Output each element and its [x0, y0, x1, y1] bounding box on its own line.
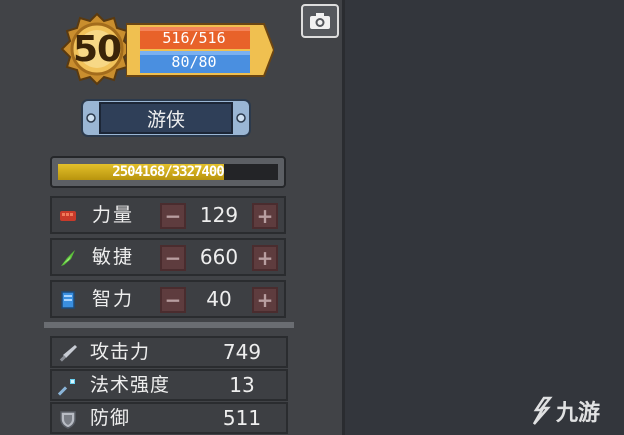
stat-value: 749	[222, 340, 262, 364]
attribute-value: 40	[206, 287, 232, 311]
stat-value: 511	[222, 406, 262, 430]
watermark-logo-icon	[532, 396, 553, 425]
stat-label: 防御	[90, 407, 131, 429]
camera-button[interactable]	[301, 4, 339, 38]
decrease-strength-button[interactable]: −	[160, 203, 186, 229]
background-area	[342, 0, 624, 435]
increase-intelligence-button[interactable]: +	[252, 287, 278, 313]
camera-icon	[310, 13, 330, 29]
attribute-value: 129	[199, 203, 239, 227]
watermark-text: 九游	[556, 401, 601, 426]
stat-row-spell-power: 法术强度 13	[50, 369, 288, 401]
stat-label: 攻击力	[90, 341, 151, 363]
stat-label: 法术强度	[90, 374, 171, 396]
watermark: 九游	[530, 394, 620, 428]
attribute-value: 660	[199, 245, 239, 269]
hp-value: 516/516	[162, 29, 226, 47]
sword-icon	[59, 345, 77, 362]
mp-value: 80/80	[171, 53, 217, 71]
attribute-label: 力量	[92, 204, 135, 226]
decrease-agility-button[interactable]: −	[160, 245, 186, 271]
stat-value: 13	[229, 373, 255, 397]
attribute-row-intelligence: 智力 − 40 +	[50, 280, 286, 318]
attribute-label: 敏捷	[92, 246, 135, 268]
decrease-intelligence-button[interactable]: −	[160, 287, 186, 313]
stat-row-defense: 防御 511	[50, 402, 288, 434]
section-divider	[44, 322, 294, 328]
attribute-row-agility: 敏捷 − 660 +	[50, 238, 286, 276]
attribute-label: 智力	[92, 288, 135, 310]
fist-icon	[60, 211, 76, 221]
class-name: 游侠	[146, 108, 185, 131]
increase-agility-button[interactable]: +	[252, 245, 278, 271]
book-icon	[61, 291, 75, 309]
level-number: 50	[72, 28, 122, 70]
xp-bar: 2504168/3327400	[50, 156, 286, 188]
increase-strength-button[interactable]: +	[252, 203, 278, 229]
xp-value: 2504168/3327400	[112, 164, 224, 180]
wand-icon	[58, 379, 75, 396]
panel-divider	[342, 0, 345, 435]
attribute-row-strength: 力量 − 129 +	[50, 196, 286, 234]
stat-row-attack: 攻击力 749	[50, 336, 288, 368]
shield-icon	[60, 411, 76, 429]
feather-icon	[61, 250, 75, 266]
